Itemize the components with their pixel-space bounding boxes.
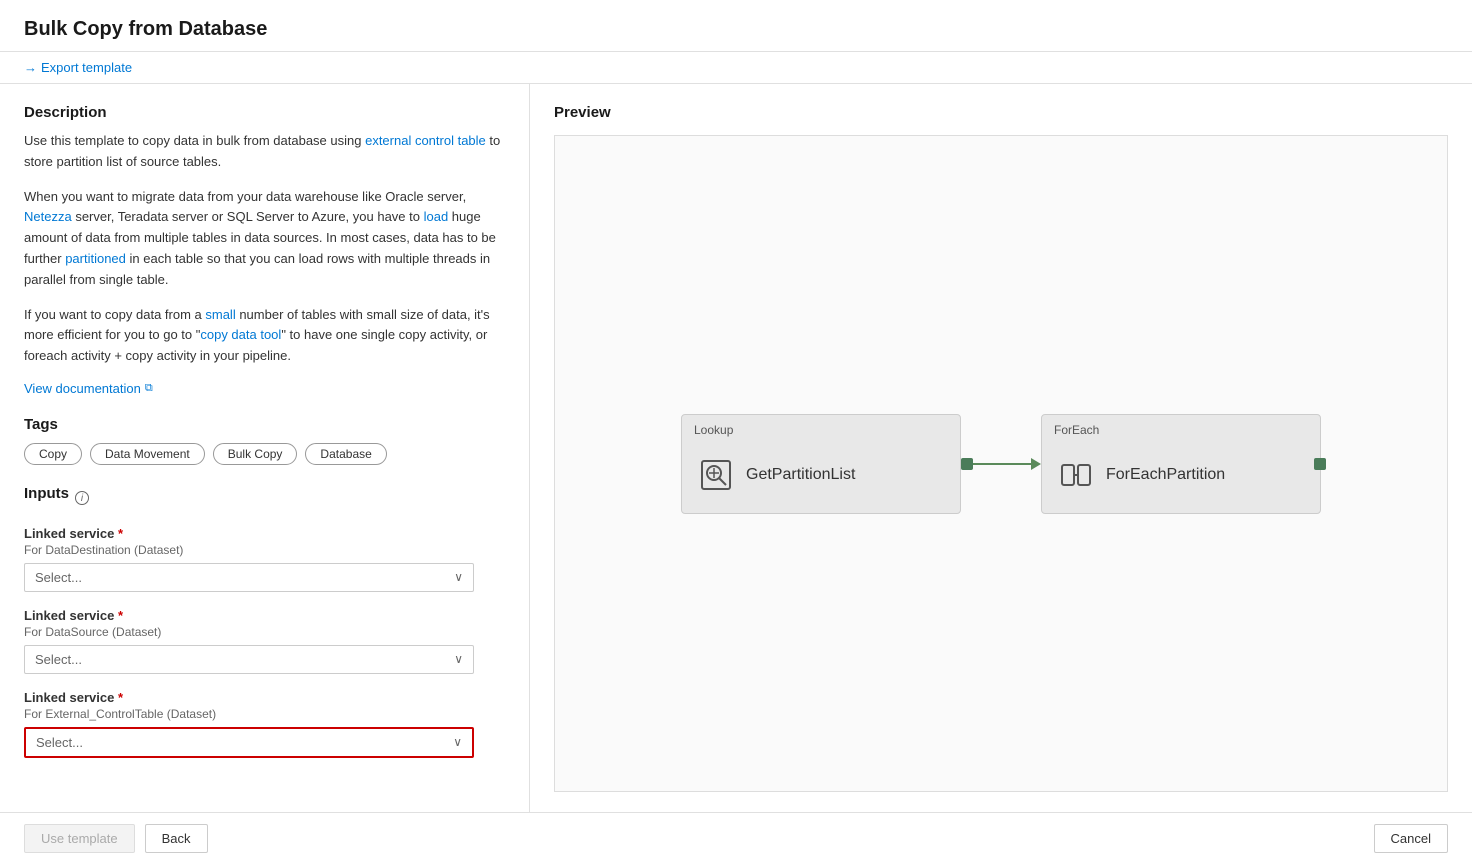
conn-arrow-icon <box>1031 458 1041 470</box>
partitioned-link[interactable]: partitioned <box>65 251 126 266</box>
export-template-link[interactable]: → Export template <box>24 60 132 75</box>
description-para2: When you want to migrate data from your … <box>24 187 505 291</box>
connector <box>961 458 1041 470</box>
preview-title: Preview <box>554 104 1448 121</box>
view-documentation-link[interactable]: View documentation ⧉ <box>24 381 153 396</box>
lookup-icon <box>698 457 734 493</box>
netezza-link[interactable]: Netezza <box>24 209 72 224</box>
description-para1: Use this template to copy data in bulk f… <box>24 131 505 173</box>
select-destination-placeholder: Select... <box>35 570 82 585</box>
chevron-down-icon-3: ∨ <box>453 735 462 749</box>
field-group-source: Linked service * For DataSource (Dataset… <box>24 608 505 674</box>
field-label-3: Linked service * <box>24 690 505 705</box>
right-panel: Preview Lookup <box>530 84 1472 812</box>
select-source[interactable]: Select... ∨ <box>24 645 474 674</box>
description-title: Description <box>24 104 505 121</box>
inputs-title: Inputs <box>24 485 69 502</box>
cancel-button[interactable]: Cancel <box>1374 824 1448 853</box>
tags-row: Copy Data Movement Bulk Copy Database <box>24 443 505 465</box>
foreach-icon <box>1058 457 1094 493</box>
foreach-node: ForEach ForEachPartition <box>1041 414 1321 514</box>
chevron-down-icon-2: ∨ <box>454 652 463 666</box>
field-sublabel-3: For External_ControlTable (Dataset) <box>24 707 505 721</box>
left-panel: Description Use this template to copy da… <box>0 84 530 812</box>
lookup-node-label: GetPartitionList <box>746 466 855 484</box>
select-control-table[interactable]: Select... ∨ <box>24 727 474 758</box>
foreach-node-label: ForEachPartition <box>1106 466 1225 484</box>
external-link-icon: ⧉ <box>145 382 153 395</box>
required-star-1: * <box>118 526 123 541</box>
external-link-1[interactable]: external control table <box>365 133 486 148</box>
page-header: Bulk Copy from Database <box>0 0 1472 52</box>
select-control-table-placeholder: Select... <box>36 735 83 750</box>
tag-database: Database <box>305 443 386 465</box>
foreach-output-dot <box>1314 458 1326 470</box>
tags-section: Tags Copy Data Movement Bulk Copy Databa… <box>24 416 505 465</box>
field-group-control-table: Linked service * For External_ControlTab… <box>24 690 505 758</box>
field-sublabel-2: For DataSource (Dataset) <box>24 625 505 639</box>
tags-title: Tags <box>24 416 505 433</box>
page-title: Bulk Copy from Database <box>24 18 1448 41</box>
preview-canvas: Lookup GetPart <box>554 135 1448 792</box>
field-sublabel-1: For DataDestination (Dataset) <box>24 543 505 557</box>
footer-left: Use template Back <box>24 824 208 853</box>
description-para3: If you want to copy data from a small nu… <box>24 305 505 367</box>
tag-copy: Copy <box>24 443 82 465</box>
conn-source-dot <box>961 458 973 470</box>
lookup-node-body: GetPartitionList <box>682 441 960 513</box>
export-arrow-icon: → <box>24 60 37 75</box>
lookup-node: Lookup GetPart <box>681 414 961 514</box>
use-template-button[interactable]: Use template <box>24 824 135 853</box>
load-link[interactable]: load <box>424 209 449 224</box>
foreach-node-header: ForEach <box>1042 415 1320 441</box>
export-bar: → Export template <box>0 52 1472 84</box>
copy-tool-link[interactable]: copy data tool <box>200 327 281 342</box>
field-group-destination: Linked service * For DataDestination (Da… <box>24 526 505 592</box>
footer: Use template Back Cancel <box>0 812 1472 864</box>
tag-data-movement: Data Movement <box>90 443 205 465</box>
select-source-placeholder: Select... <box>35 652 82 667</box>
main-content: Description Use this template to copy da… <box>0 84 1472 812</box>
conn-line <box>973 463 1031 465</box>
lookup-node-header: Lookup <box>682 415 960 441</box>
required-star-2: * <box>118 608 123 623</box>
field-label-1: Linked service * <box>24 526 505 541</box>
select-destination[interactable]: Select... ∨ <box>24 563 474 592</box>
back-button[interactable]: Back <box>145 824 208 853</box>
inputs-section: Inputs i Linked service * For DataDestin… <box>24 485 505 758</box>
small-link[interactable]: small <box>205 307 235 322</box>
required-star-3: * <box>118 690 123 705</box>
inputs-title-row: Inputs i <box>24 485 505 512</box>
tag-bulk-copy: Bulk Copy <box>213 443 298 465</box>
inputs-info-icon: i <box>75 491 89 505</box>
field-label-2: Linked service * <box>24 608 505 623</box>
foreach-node-body: ForEachPartition <box>1042 441 1320 513</box>
pipeline-diagram: Lookup GetPart <box>681 414 1321 514</box>
chevron-down-icon-1: ∨ <box>454 570 463 584</box>
